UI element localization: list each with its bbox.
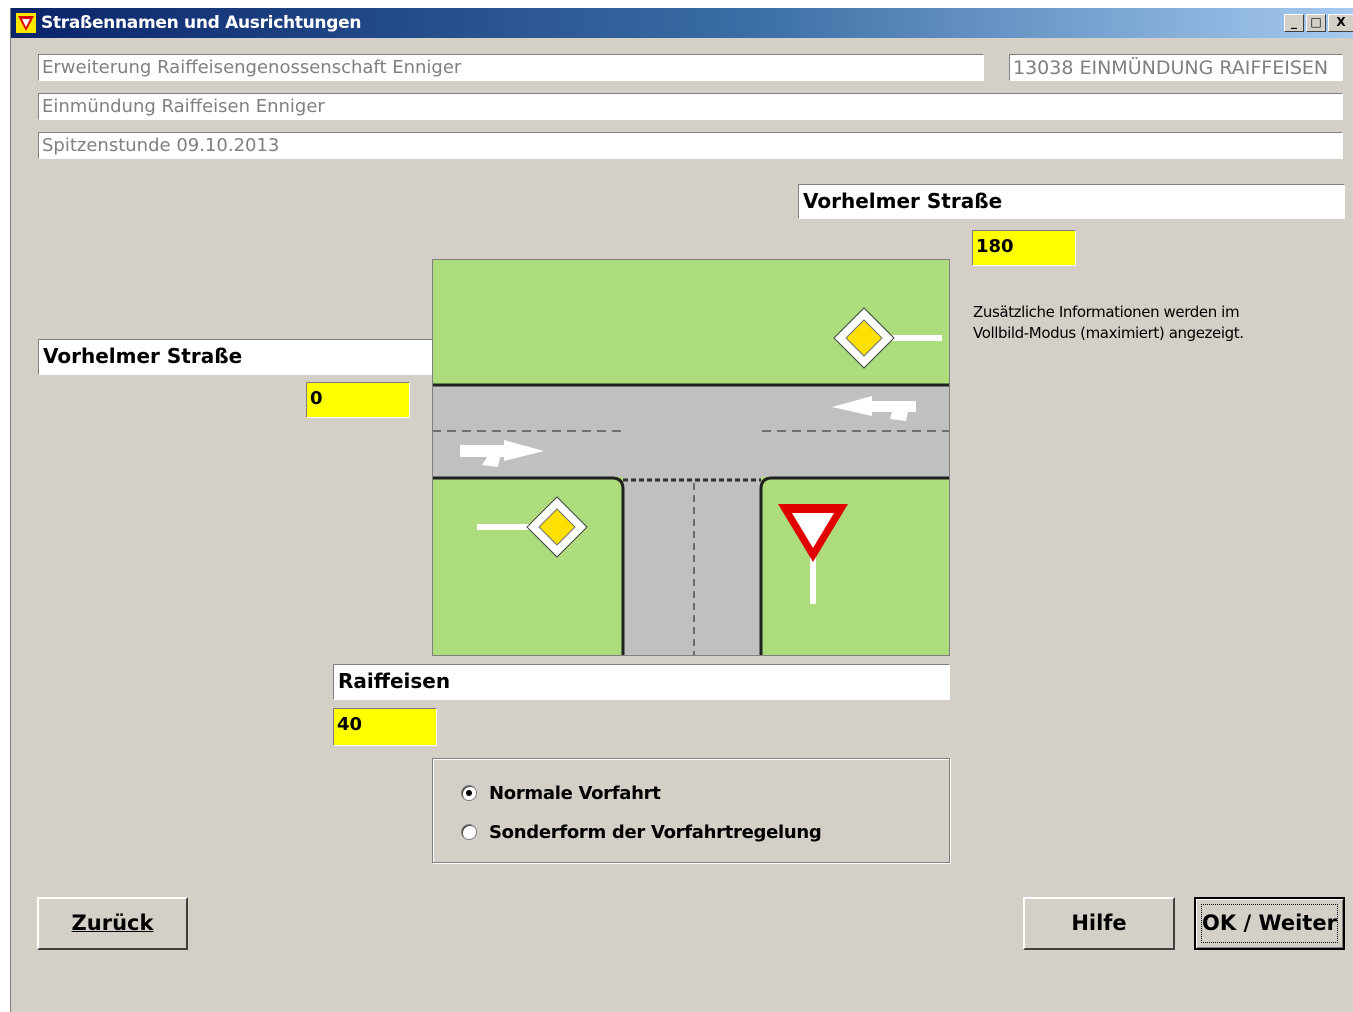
help-button[interactable]: Hilfe bbox=[1023, 897, 1175, 950]
radio-label: Sonderform der Vorfahrtregelung bbox=[489, 821, 822, 843]
radio-button[interactable] bbox=[461, 824, 477, 840]
intersection-field[interactable]: Einmündung Raiffeisen Enniger bbox=[38, 93, 1343, 120]
right-of-way-group: Normale Vorfahrt Sonderform der Vorfahrt… bbox=[432, 758, 950, 863]
ok-next-button[interactable]: OK / Weiter bbox=[1194, 897, 1345, 950]
east-arm-name-input[interactable]: Vorhelmer Straße bbox=[798, 184, 1345, 219]
radio-special-priority[interactable]: Sonderform der Vorfahrtregelung bbox=[461, 820, 822, 844]
node-code-field[interactable]: 13038 EINMÜNDUNG RAIFFEISEN bbox=[1009, 54, 1343, 81]
close-button[interactable]: X bbox=[1328, 14, 1353, 32]
period-field[interactable]: Spitzenstunde 09.10.2013 bbox=[38, 132, 1343, 159]
ok-button-label: OK / Weiter bbox=[1202, 911, 1337, 935]
south-arm-angle-input[interactable]: 40 bbox=[333, 708, 437, 746]
west-arm-angle-input[interactable]: 0 bbox=[306, 382, 410, 418]
title-bar[interactable]: Straßennamen und Ausrichtungen _ □ X bbox=[11, 8, 1353, 38]
radio-normal-priority[interactable]: Normale Vorfahrt bbox=[461, 781, 661, 805]
side-road bbox=[623, 477, 761, 656]
radio-label: Normale Vorfahrt bbox=[489, 782, 661, 804]
south-arm-name-input[interactable]: Raiffeisen bbox=[333, 664, 950, 700]
intersection-diagram bbox=[432, 259, 950, 656]
minimize-button[interactable]: _ bbox=[1284, 14, 1304, 32]
maximize-button[interactable]: □ bbox=[1306, 14, 1326, 32]
project-field[interactable]: Erweiterung Raiffeisengenossenschaft Enn… bbox=[38, 54, 984, 81]
app-icon bbox=[16, 13, 36, 33]
east-arm-angle-input[interactable]: 180 bbox=[972, 230, 1076, 266]
back-button[interactable]: Zurück bbox=[37, 897, 188, 950]
back-button-label: Zurück bbox=[71, 911, 154, 935]
help-button-label: Hilfe bbox=[1071, 911, 1127, 935]
window-title: Straßennamen und Ausrichtungen bbox=[41, 13, 362, 33]
info-text: Zusätzliche Informationen werden im Voll… bbox=[973, 303, 1244, 342]
dialog-window: Straßennamen und Ausrichtungen _ □ X Erw… bbox=[10, 8, 1353, 1012]
radio-button-selected[interactable] bbox=[461, 785, 477, 801]
